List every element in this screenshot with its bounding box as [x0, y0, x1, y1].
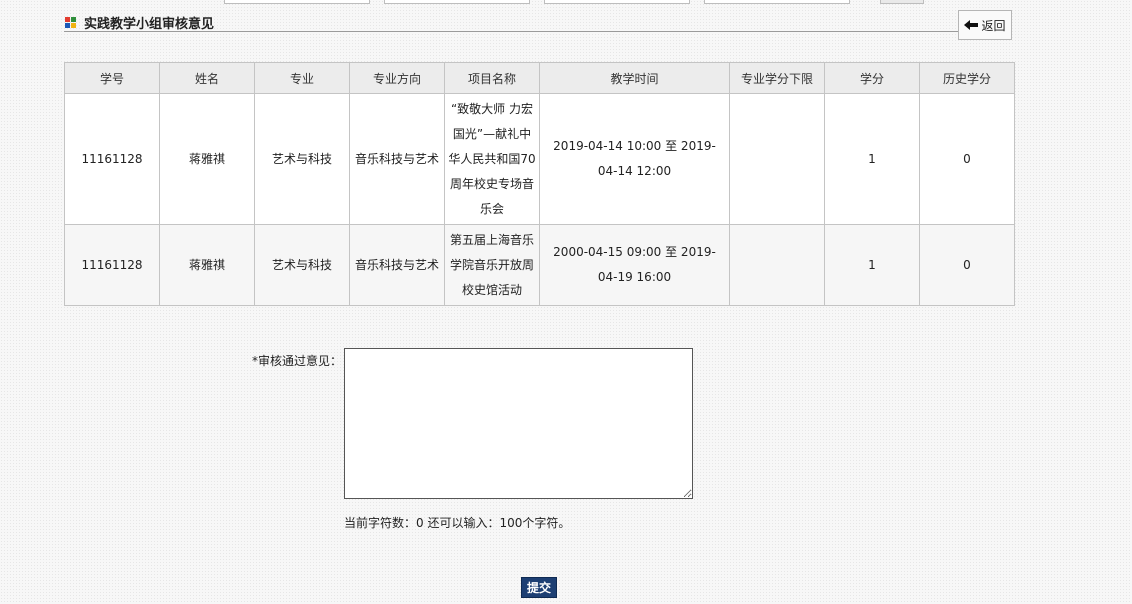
- back-button[interactable]: 返回: [958, 10, 1012, 40]
- table-header-row: 学号 姓名 专业 专业方向 项目名称 教学时间 专业学分下限 学分 历史学分: [64, 62, 1015, 94]
- cell-min-credit: [729, 93, 825, 225]
- cell-time: 2000-04-15 09:00 至 2019-04-19 16:00: [539, 224, 730, 306]
- cell-student-id: 11161128: [64, 224, 160, 306]
- opinion-textarea[interactable]: [344, 348, 693, 499]
- cell-major: 艺术与科技: [254, 224, 350, 306]
- top-field-4[interactable]: [704, 0, 850, 4]
- review-table: 学号 姓名 专业 专业方向 项目名称 教学时间 专业学分下限 学分 历史学分 1…: [64, 62, 1015, 306]
- cell-min-credit: [729, 224, 825, 306]
- header-student-id: 学号: [64, 62, 160, 94]
- char-counter: 当前字符数：0 还可以输入：100个字符。: [344, 516, 571, 530]
- grid-icon: [65, 17, 77, 29]
- header-project: 项目名称: [444, 62, 540, 94]
- header-direction: 专业方向: [349, 62, 445, 94]
- submit-button[interactable]: 提交: [521, 577, 557, 598]
- top-field-3[interactable]: [544, 0, 690, 4]
- cell-history-credit: 0: [919, 93, 1015, 225]
- cell-credit: 1: [824, 93, 920, 225]
- section-heading: 实践教学小组审核意见: [64, 12, 960, 32]
- cell-project: 第五届上海音乐学院音乐开放周校史馆活动: [444, 224, 540, 306]
- header-min-credit: 专业学分下限: [729, 62, 825, 94]
- top-field-2[interactable]: [384, 0, 530, 4]
- table-row: 11161128 蒋雅祺 艺术与科技 音乐科技与艺术 第五届上海音乐学院音乐开放…: [64, 224, 1015, 306]
- header-time: 教学时间: [539, 62, 730, 94]
- table-row: 11161128 蒋雅祺 艺术与科技 音乐科技与艺术 “致敬大师 力宏国光”—献…: [64, 93, 1015, 225]
- cell-student-id: 11161128: [64, 93, 160, 225]
- section-title: 实践教学小组审核意见: [84, 17, 215, 32]
- cell-name: 蒋雅祺: [159, 224, 255, 306]
- header-major: 专业: [254, 62, 350, 94]
- cell-direction: 音乐科技与艺术: [349, 224, 445, 306]
- header-credit: 学分: [824, 62, 920, 94]
- opinion-label: *审核通过意见：: [251, 354, 342, 368]
- cell-project: “致敬大师 力宏国光”—献礼中华人民共和国70周年校史专场音乐会: [444, 93, 540, 225]
- cell-credit: 1: [824, 224, 920, 306]
- top-button[interactable]: [880, 0, 924, 4]
- cell-time: 2019-04-14 10:00 至 2019-04-14 12:00: [539, 93, 730, 225]
- back-button-label: 返回: [981, 18, 1006, 33]
- cell-name: 蒋雅祺: [159, 93, 255, 225]
- cell-history-credit: 0: [919, 224, 1015, 306]
- top-field-1[interactable]: [224, 0, 370, 4]
- header-history-credit: 历史学分: [919, 62, 1015, 94]
- cell-direction: 音乐科技与艺术: [349, 93, 445, 225]
- back-arrow-icon: [964, 20, 979, 30]
- cell-major: 艺术与科技: [254, 93, 350, 225]
- header-name: 姓名: [159, 62, 255, 94]
